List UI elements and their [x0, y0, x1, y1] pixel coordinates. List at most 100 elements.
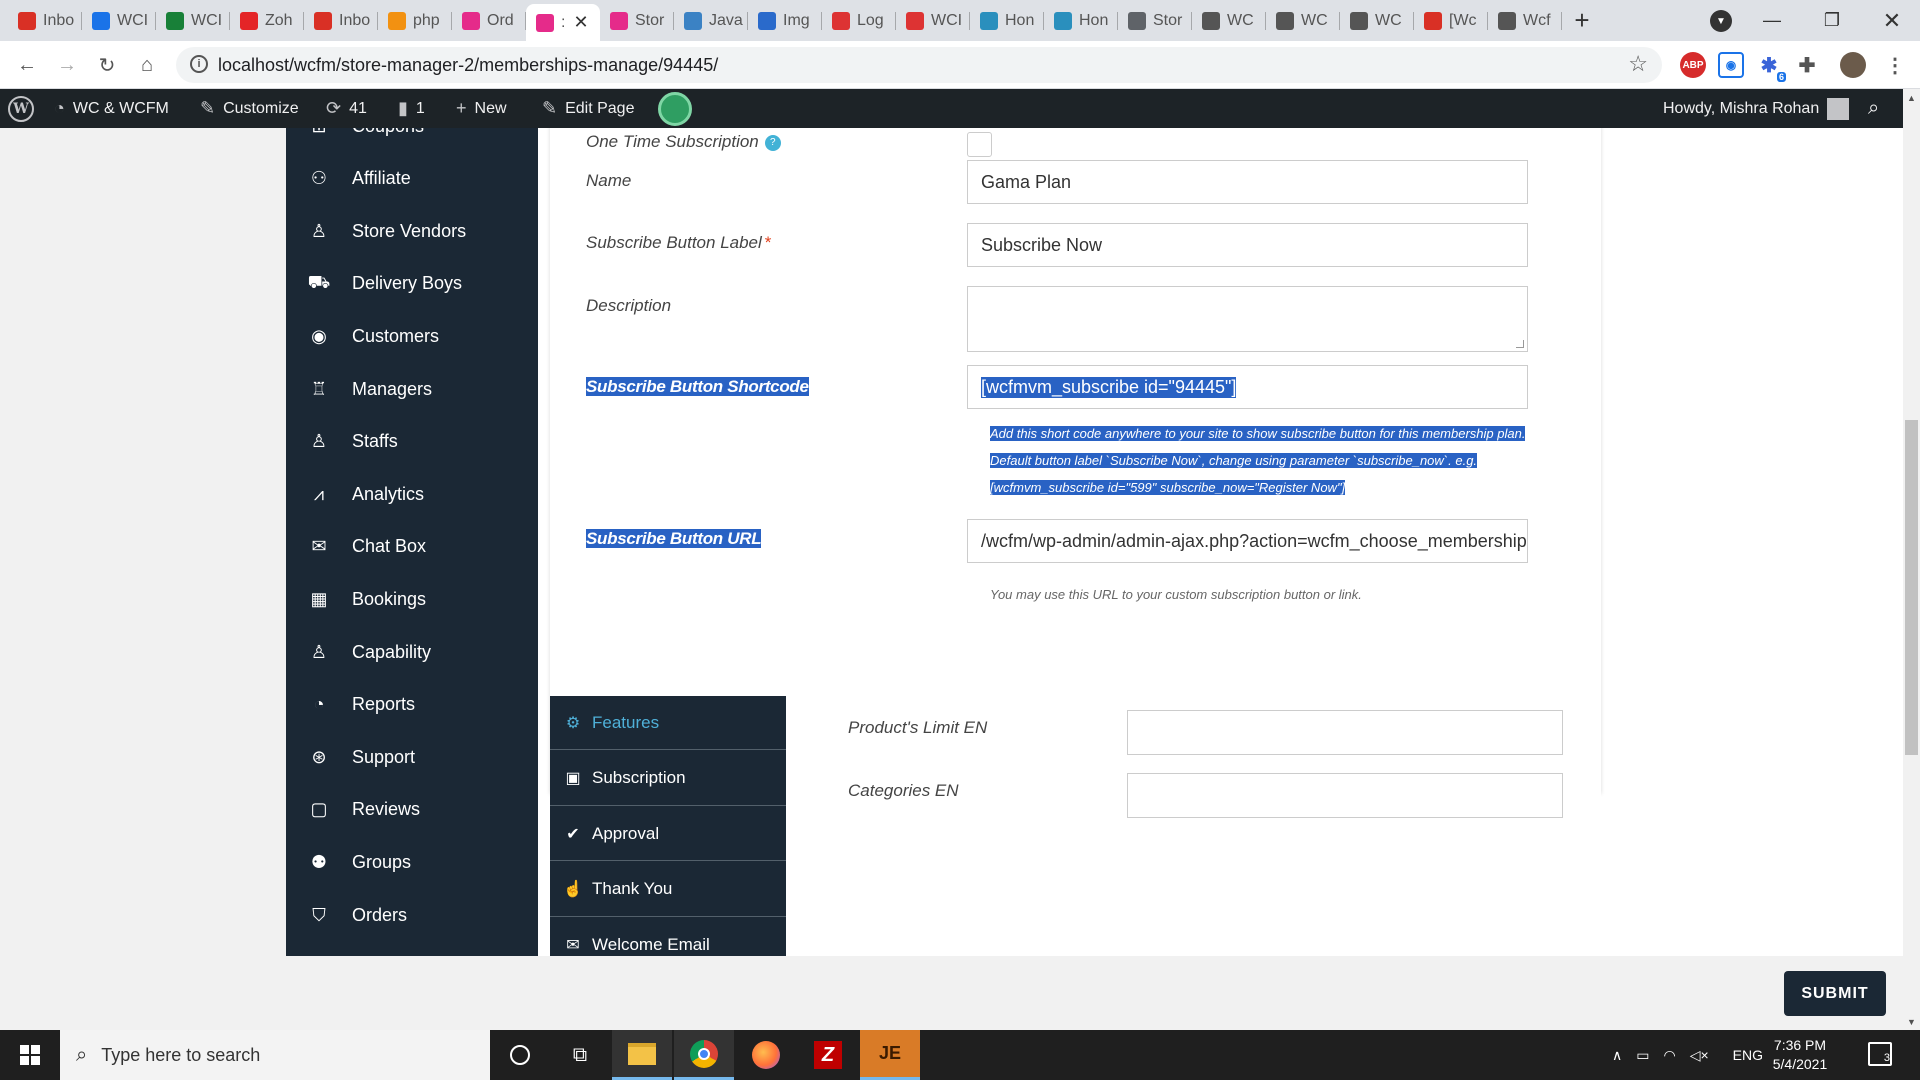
- sidebar-item-customers[interactable]: ◉ Customers: [286, 311, 538, 361]
- browser-tab[interactable]: WC: [1340, 0, 1414, 41]
- tray-chevron-icon[interactable]: ∧: [1612, 1047, 1622, 1064]
- taskbar-search[interactable]: ⌕ Type here to search: [60, 1030, 490, 1080]
- tab-welcome-email[interactable]: ✉ Welcome Email: [550, 918, 786, 956]
- browser-tab[interactable]: [Wc: [1414, 0, 1488, 41]
- restore-button[interactable]: ❐: [1802, 0, 1862, 41]
- file-explorer-icon[interactable]: [612, 1030, 672, 1080]
- browser-tab[interactable]: Img: [748, 0, 822, 41]
- browser-tab[interactable]: WC: [1192, 0, 1266, 41]
- my-account-link[interactable]: Howdy, Mishra Rohan: [1663, 89, 1850, 128]
- sidebar-item-store-vendors[interactable]: ♙ Store Vendors: [286, 206, 538, 256]
- browser-tab[interactable]: Hon: [1044, 0, 1118, 41]
- resize-handle[interactable]: [1516, 340, 1524, 348]
- sidebar-item-reports[interactable]: ◔ Reports: [286, 680, 538, 730]
- start-button[interactable]: [0, 1030, 60, 1080]
- browser-tab[interactable]: Java: [674, 0, 748, 41]
- site-info-icon[interactable]: i: [190, 55, 208, 73]
- sidebar-item-orders[interactable]: ⛉ Orders: [286, 890, 538, 940]
- browser-tab[interactable]: Hon: [970, 0, 1044, 41]
- tab-features[interactable]: ⚙ Features: [550, 696, 786, 750]
- sidebar-item-support[interactable]: ⊛ Support: [286, 732, 538, 782]
- new-content-link[interactable]: + New: [456, 89, 507, 128]
- browser-tab[interactable]: WCI: [896, 0, 970, 41]
- cortana-icon[interactable]: [490, 1030, 550, 1080]
- sidebar-item-affiliate[interactable]: ⚇ Affiliate: [286, 154, 538, 204]
- sidebar-item-coupons[interactable]: ⊞ Coupons: [286, 128, 538, 151]
- sidebar-item-managers[interactable]: ♖ Managers: [286, 364, 538, 414]
- browser-tab[interactable]: WC: [1266, 0, 1340, 41]
- language-indicator[interactable]: ENG: [1733, 1047, 1763, 1063]
- name-field[interactable]: Gama Plan: [967, 160, 1528, 204]
- button-label-field[interactable]: Subscribe Now: [967, 223, 1528, 267]
- notification-center-icon[interactable]: 3: [1868, 1042, 1892, 1066]
- sidebar-item-staffs[interactable]: ♙ Staffs: [286, 417, 538, 467]
- puzzle-badge-icon[interactable]: ✱ 6: [1756, 52, 1786, 82]
- sidebar-item-delivery-boys[interactable]: ⛟ Delivery Boys: [286, 259, 538, 309]
- sidebar-item-capability[interactable]: ♙ Capability: [286, 627, 538, 677]
- store-avatar-icon[interactable]: [658, 89, 692, 128]
- tab-subscription[interactable]: ▣ Subscription: [550, 752, 786, 806]
- tab-search-icon[interactable]: ▼: [1710, 10, 1732, 32]
- adblock-icon[interactable]: ABP: [1680, 52, 1706, 78]
- browser-tab[interactable]: Inbo: [304, 0, 378, 41]
- screenshot-icon[interactable]: ◉: [1718, 52, 1744, 78]
- shortcode-field[interactable]: [wcfmvm_subscribe id="94445"]: [967, 365, 1528, 409]
- task-view-icon[interactable]: ⧉: [550, 1030, 610, 1080]
- admin-search-icon[interactable]: ⌕: [1868, 89, 1879, 128]
- bookmark-star-icon[interactable]: ☆: [1628, 51, 1648, 77]
- sidebar-item-bookings[interactable]: ▦ Bookings: [286, 574, 538, 624]
- browser-tab[interactable]: : ✕: [526, 4, 600, 41]
- comments-link[interactable]: ▮ 1: [398, 89, 425, 128]
- minimize-button[interactable]: —: [1742, 0, 1802, 41]
- new-tab-button[interactable]: +: [1562, 0, 1602, 41]
- site-name-link[interactable]: ◔ WC & WCFM: [54, 89, 169, 128]
- browser-tab[interactable]: WCI: [156, 0, 230, 41]
- home-icon[interactable]: ⌂: [134, 52, 160, 78]
- taskbar-clock[interactable]: 7:36 PM 5/4/2021: [1760, 1036, 1840, 1074]
- tab-approval[interactable]: ✔ Approval: [550, 807, 786, 861]
- browser-tab[interactable]: Log: [822, 0, 896, 41]
- close-tab-icon[interactable]: ✕: [573, 12, 588, 33]
- browser-tab[interactable]: Ord: [452, 0, 526, 41]
- address-bar[interactable]: i localhost/wcfm/store-manager-2/members…: [176, 47, 1662, 83]
- browser-tab[interactable]: Stor: [1118, 0, 1192, 41]
- battery-icon[interactable]: ▭: [1636, 1047, 1649, 1064]
- back-arrow-icon[interactable]: ←: [14, 52, 40, 78]
- sidebar-item-chat-box[interactable]: ✉ Chat Box: [286, 522, 538, 572]
- browser-tab[interactable]: Wcf: [1488, 0, 1562, 41]
- wifi-icon[interactable]: ◠: [1663, 1047, 1675, 1064]
- product-limit-field[interactable]: [1127, 710, 1563, 755]
- chrome-icon[interactable]: [674, 1030, 734, 1080]
- jetbrains-icon[interactable]: JE: [860, 1030, 920, 1080]
- close-window-button[interactable]: ✕: [1862, 0, 1920, 41]
- extensions-icon[interactable]: ✚: [1794, 52, 1820, 78]
- url-text[interactable]: localhost/wcfm/store-manager-2/membershi…: [218, 55, 718, 76]
- help-icon[interactable]: ?: [764, 134, 781, 151]
- profile-avatar-icon[interactable]: [1840, 52, 1866, 78]
- scroll-thumb[interactable]: [1905, 420, 1918, 755]
- sidebar-item-reviews[interactable]: ▢ Reviews: [286, 785, 538, 835]
- sidebar-item-groups[interactable]: ⚉ Groups: [286, 837, 538, 887]
- browser-tab[interactable]: Stor: [600, 0, 674, 41]
- filezilla-icon[interactable]: Z: [798, 1030, 858, 1080]
- description-textarea[interactable]: [967, 286, 1528, 352]
- browser-tab[interactable]: php: [378, 0, 452, 41]
- one-time-subscription-checkbox[interactable]: [967, 132, 992, 157]
- browser-tab[interactable]: Zoh: [230, 0, 304, 41]
- customize-link[interactable]: ✎ Customize: [200, 89, 299, 128]
- firefox-icon[interactable]: [736, 1030, 796, 1080]
- submit-button[interactable]: SUBMIT: [1784, 971, 1886, 1016]
- updates-link[interactable]: ⟳ 41: [326, 89, 367, 128]
- browser-tab[interactable]: WCI: [82, 0, 156, 41]
- subscribe-url-field[interactable]: /wcfm/wp-admin/admin-ajax.php?action=wcf…: [967, 519, 1528, 563]
- tab-thank-you[interactable]: ☝ Thank You: [550, 863, 786, 917]
- sidebar-item-analytics[interactable]: ⩘ Analytics: [286, 469, 538, 519]
- browser-tab[interactable]: Inbo: [8, 0, 82, 41]
- more-menu-icon[interactable]: ⋮: [1882, 52, 1908, 78]
- volume-icon[interactable]: ◁×: [1690, 1047, 1709, 1064]
- scroll-down-icon[interactable]: ▼: [1903, 1013, 1920, 1030]
- categories-field[interactable]: [1127, 773, 1563, 818]
- forward-arrow-icon[interactable]: →: [54, 52, 80, 78]
- edit-page-link[interactable]: ✎ Edit Page: [542, 89, 634, 128]
- reload-icon[interactable]: ↻: [94, 52, 120, 78]
